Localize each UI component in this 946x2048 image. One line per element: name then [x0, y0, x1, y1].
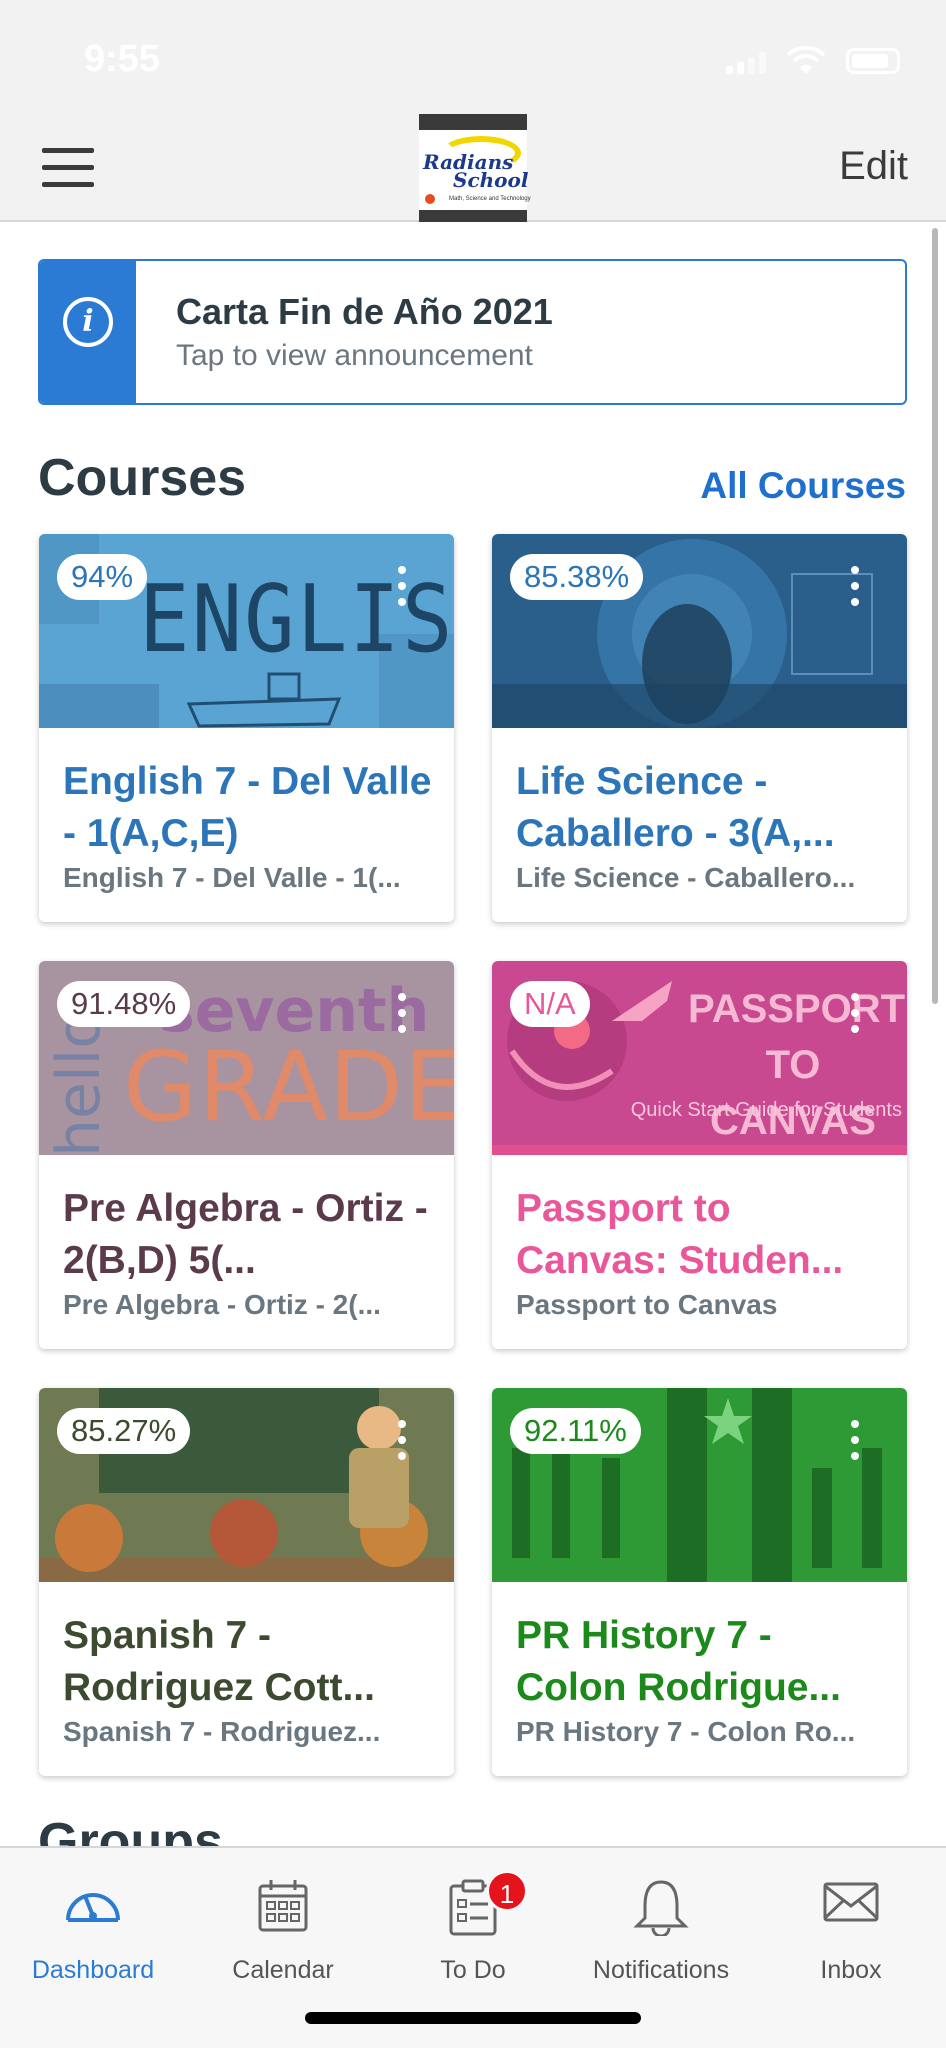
tab-calendar[interactable]: Calendar [193, 1868, 373, 1988]
bell-icon [633, 1880, 689, 1936]
more-options-icon[interactable] [398, 566, 406, 606]
course-code: Passport to Canvas [516, 1289, 778, 1320]
course-image-english: ENGLISH 94% [39, 534, 454, 728]
battery-icon [846, 48, 900, 74]
course-card[interactable]: hello seventh GRADE 91.48% Pre Algebra -… [39, 961, 454, 1349]
status-time: 9:55 [84, 38, 161, 80]
announcement-banner[interactable]: i Carta Fin de Año 2021 Tap to view anno… [38, 259, 907, 405]
grade-badge: N/A [510, 981, 590, 1027]
logo-subtitle: Math, Science and Technology [449, 196, 531, 202]
course-card[interactable]: ENGLISH 94% English 7 - Del Valle - 1(A,… [39, 534, 454, 922]
course-name: Spanish 7 - Rodriguez Cott... [63, 1614, 375, 1709]
more-options-icon[interactable] [398, 1420, 406, 1460]
home-indicator[interactable] [305, 2012, 641, 2024]
status-bar: 9:55 [0, 0, 946, 114]
edit-button[interactable]: Edit [839, 144, 908, 189]
course-card[interactable]: 85.27% Spanish 7 - Rodriguez Cott... Spa… [39, 1388, 454, 1776]
scrollbar[interactable] [932, 228, 938, 1004]
grade-badge: 85.27% [57, 1408, 191, 1454]
calendar-icon [258, 1880, 308, 1932]
nav-bar: Radians School Math, Science and Technol… [0, 114, 946, 222]
tab-inbox[interactable]: Inbox [761, 1868, 941, 1988]
logo-line2: School [453, 168, 529, 192]
image-caption: PASSPORT TO CANVAS [688, 987, 906, 1143]
tab-label: Calendar [232, 1956, 334, 1984]
groups-heading: Groups [38, 1813, 223, 1846]
course-image-passport: PASSPORT TO CANVAS Quick Start Guide for… [492, 961, 907, 1155]
image-caption: GRADE [123, 1031, 454, 1143]
tab-label: Inbox [820, 1956, 882, 1984]
wifi-icon [786, 46, 826, 74]
more-options-icon[interactable] [851, 1420, 859, 1460]
course-image-life-science: 85.38% [492, 534, 907, 728]
course-name: Pre Algebra - Ortiz - 2(B,D) 5(... [63, 1187, 428, 1282]
course-image-pre-algebra: hello seventh GRADE 91.48% [39, 961, 454, 1155]
tab-label: Notifications [592, 1956, 730, 1984]
status-icons [726, 44, 946, 74]
course-code: English 7 - Del Valle - 1(... [63, 862, 401, 893]
tab-todo[interactable]: 1 To Do [383, 1868, 563, 1988]
image-caption: ENGLISH [139, 565, 454, 673]
grade-badge: 85.38% [510, 554, 644, 600]
course-code: Spanish 7 - Rodriguez... [63, 1716, 381, 1747]
tab-label: To Do [440, 1956, 506, 1984]
image-subcaption: Quick Start Guide for Students [630, 1099, 902, 1121]
more-options-icon[interactable] [851, 566, 859, 606]
course-code: PR History 7 - Colon Ro... [516, 1716, 856, 1747]
menu-icon[interactable] [42, 148, 94, 188]
course-name: Passport to Canvas: Studen... [516, 1187, 844, 1282]
more-options-icon[interactable] [851, 993, 859, 1033]
school-logo: Radians School Math, Science and Technol… [419, 114, 531, 222]
course-name: English 7 - Del Valle - 1(A,C,E) [63, 760, 432, 855]
course-name: Life Science - Caballero - 3(A,... [516, 760, 835, 855]
all-courses-link[interactable]: All Courses [700, 465, 906, 507]
tab-notifications[interactable]: Notifications [571, 1868, 751, 1988]
course-card[interactable]: 92.11% PR History 7 - Colon Rodrigue... … [492, 1388, 907, 1776]
more-options-icon[interactable] [398, 993, 406, 1033]
signal-icon [726, 50, 770, 74]
course-name: PR History 7 - Colon Rodrigue... [516, 1614, 841, 1709]
course-code: Life Science - Caballero... [516, 862, 856, 893]
course-image-pr-history: 92.11% [492, 1388, 907, 1582]
course-card[interactable]: PASSPORT TO CANVAS Quick Start Guide for… [492, 961, 907, 1349]
tab-label: Dashboard [31, 1956, 155, 1984]
announcement-subtitle: Tap to view announcement [176, 339, 533, 372]
grade-badge: 92.11% [510, 1408, 641, 1454]
courses-heading: Courses [38, 449, 247, 507]
grade-badge: 94% [57, 554, 148, 600]
course-image-spanish: 85.27% [39, 1388, 454, 1582]
dashboard-icon [66, 1893, 120, 1922]
grade-badge: 91.48% [57, 981, 191, 1027]
course-card[interactable]: 85.38% Life Science - Caballero - 3(A,..… [492, 534, 907, 922]
announcement-title: Carta Fin de Año 2021 [176, 291, 553, 332]
envelope-icon [823, 1882, 879, 1922]
announcement-icon-box: i [40, 261, 136, 403]
svg-text:hello: hello [44, 1012, 114, 1155]
todo-badge: 1 [486, 1870, 528, 1912]
info-icon: i [63, 297, 113, 347]
course-code: Pre Algebra - Ortiz - 2(... [63, 1289, 381, 1320]
tab-dashboard[interactable]: Dashboard [3, 1868, 183, 1988]
